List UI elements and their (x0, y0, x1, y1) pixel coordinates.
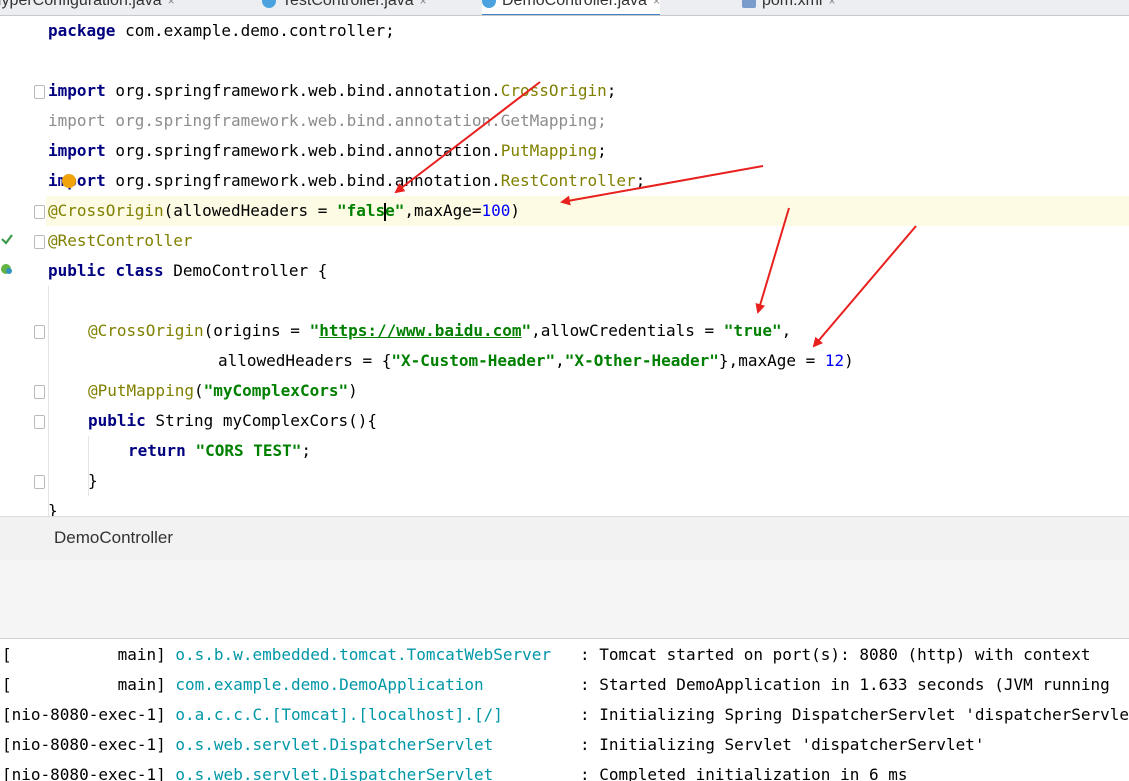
console-line: [ main] com.example.demo.DemoApplication… (2, 675, 1110, 694)
breadcrumb: DemoController (0, 516, 1129, 560)
run-class-icon[interactable] (0, 262, 14, 276)
close-icon[interactable]: × (828, 0, 835, 8)
java-class-icon (262, 0, 276, 8)
fold-marker[interactable] (34, 235, 45, 249)
tab-label: TestController.java (282, 0, 414, 9)
editor-tab-bar: HyperConfiguration.java × TestController.… (0, 0, 1129, 16)
tab-demo-controller[interactable]: DemoController.java × (482, 0, 660, 15)
code-line-import-restcontroller: import org.springframework.web.bind.anno… (48, 171, 646, 190)
run-console[interactable]: [ main] o.s.b.w.embedded.tomcat.TomcatWe… (0, 639, 1129, 781)
code-line-method-decl: public String myComplexCors(){ (88, 411, 377, 430)
code-line-method-close: } (88, 471, 98, 490)
close-icon[interactable]: × (420, 0, 427, 8)
code-line-putmapping: @PutMapping("myComplexCors") (88, 381, 358, 400)
close-icon[interactable]: × (653, 0, 660, 8)
fold-marker[interactable] (34, 325, 45, 339)
intention-bulb-icon[interactable] (62, 174, 76, 188)
code-line-import-crossorigin: import org.springframework.web.bind.anno… (48, 81, 617, 100)
console-line: [nio-8080-exec-1] o.a.c.c.C.[Tomcat].[lo… (2, 705, 1129, 724)
tool-window-header (0, 560, 1129, 639)
tab-hyper-configuration[interactable]: HyperConfiguration.java × (0, 0, 175, 14)
java-class-icon (482, 0, 496, 8)
fold-marker[interactable] (34, 415, 45, 429)
tab-label: DemoController.java (502, 0, 647, 9)
console-line: [nio-8080-exec-1] o.s.web.servlet.Dispat… (2, 735, 985, 754)
fold-marker[interactable] (34, 85, 45, 99)
code-line-return: return "CORS TEST"; (128, 441, 312, 460)
console-line: [ main] o.s.b.w.embedded.tomcat.TomcatWe… (2, 645, 1091, 664)
fold-marker[interactable] (34, 205, 45, 219)
code-editor[interactable]: package com.example.demo.controller; imp… (0, 16, 1129, 516)
code-line-import-putmapping: import org.springframework.web.bind.anno… (48, 141, 607, 160)
indent-guide (48, 286, 49, 516)
code-line-restcontroller: @RestController (48, 231, 193, 250)
code-line-allowed-headers: allowedHeaders = {"X-Custom-Header","X-O… (218, 351, 854, 370)
tab-pom-xml[interactable]: pom.xml × (742, 0, 835, 14)
console-line: [nio-8080-exec-1] o.s.web.servlet.Dispat… (2, 765, 908, 781)
code-line-class-decl: public class DemoController { (48, 261, 328, 280)
maven-icon (742, 0, 756, 8)
fold-marker[interactable] (34, 475, 45, 489)
code-line-class-crossorigin: @CrossOrigin(allowedHeaders = "false",ma… (48, 201, 521, 221)
tab-label: HyperConfiguration.java (0, 0, 162, 9)
fold-marker[interactable] (34, 385, 45, 399)
code-line-import-getmapping-unused: import org.springframework.web.bind.anno… (48, 111, 607, 130)
code-line-package: package com.example.demo.controller; (48, 21, 395, 40)
close-icon[interactable]: × (168, 0, 175, 8)
tab-label: pom.xml (762, 0, 823, 9)
breadcrumb-item-democontroller[interactable]: DemoController (54, 528, 173, 548)
code-line-method-crossorigin: @CrossOrigin(origins = "https://www.baid… (88, 321, 792, 340)
spring-bean-icon[interactable] (0, 232, 14, 246)
code-line-class-close: } (48, 501, 58, 516)
tab-test-controller[interactable]: TestController.java × (262, 0, 427, 14)
